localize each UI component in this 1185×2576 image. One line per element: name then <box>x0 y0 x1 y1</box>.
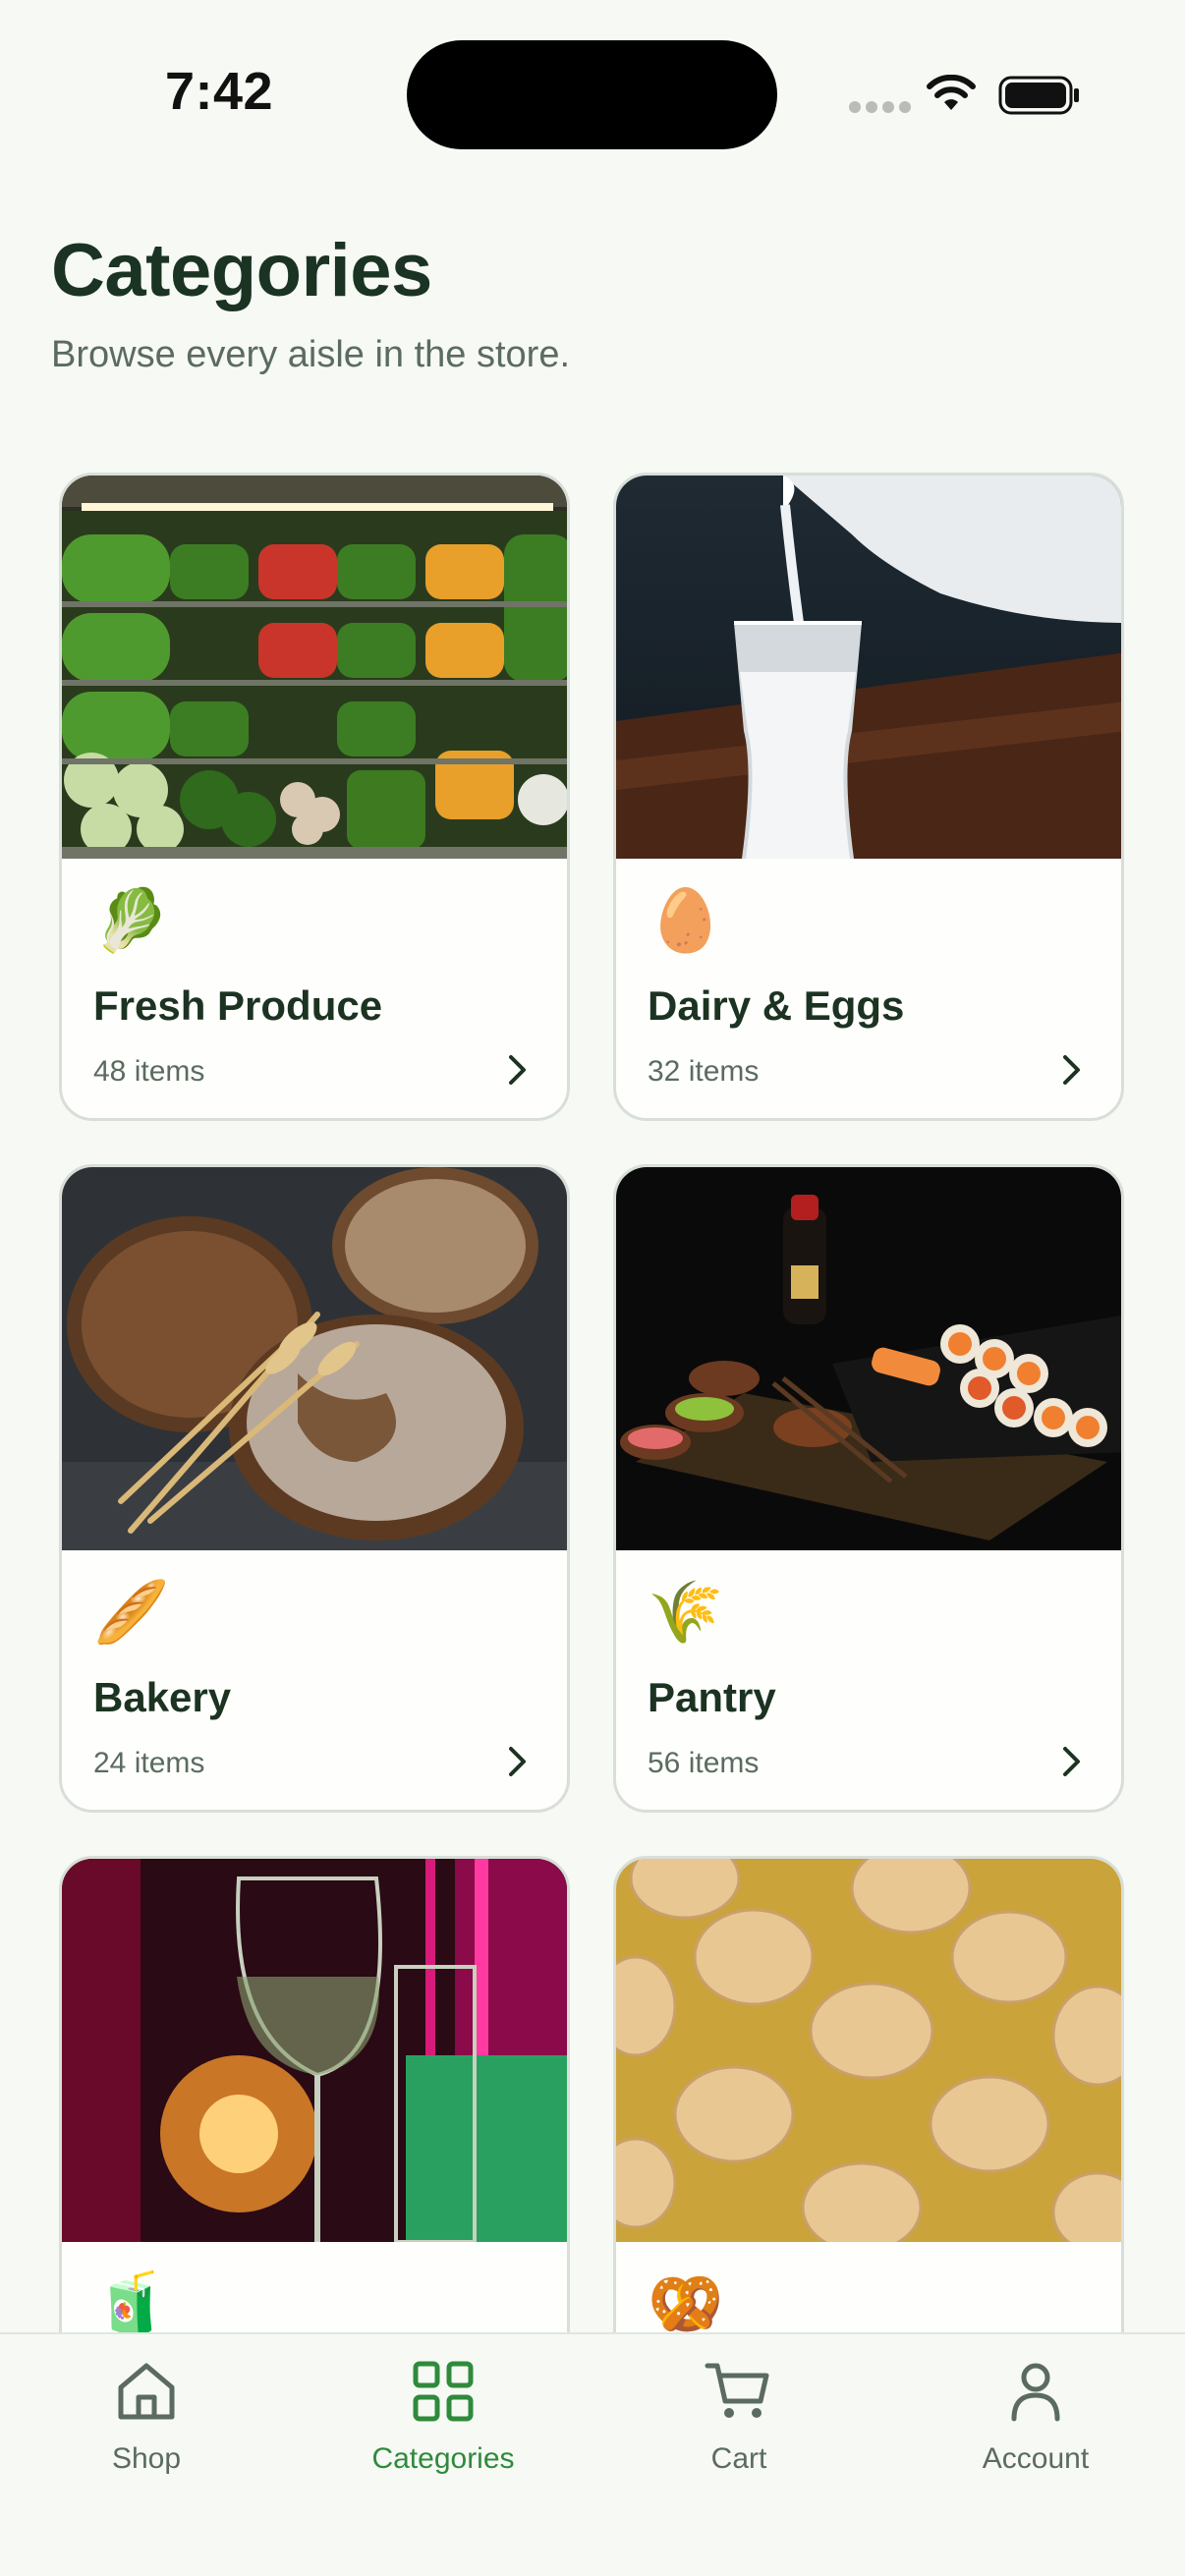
category-name: Dairy & Eggs <box>648 982 905 1029</box>
sushi-platter-photo <box>616 1167 1121 1550</box>
wine-glasses-photo <box>62 1859 567 2242</box>
page-title: Categories <box>51 229 432 312</box>
category-item-count: 48 items <box>93 1055 205 1088</box>
category-grid: 🥬 Fresh Produce 48 items 🥚 Dairy & Eggs … <box>59 473 1126 2504</box>
tab-label: Account <box>982 2442 1090 2475</box>
tab-label: Categories <box>371 2442 515 2475</box>
chevron-right-icon <box>509 1055 526 1085</box>
rice-sheaf-icon: 🌾 <box>648 1576 724 1648</box>
category-item-count: 24 items <box>93 1747 205 1779</box>
egg-icon: 🥚 <box>648 884 724 956</box>
page-subtitle: Browse every aisle in the store. <box>51 334 571 375</box>
chevron-right-icon <box>1063 1055 1080 1085</box>
bread-loaves-photo <box>62 1167 567 1550</box>
cellular-signal-icon <box>849 101 911 113</box>
category-name: Bakery <box>93 1674 232 1720</box>
category-card-bakery[interactable]: 🥖 Bakery 24 items <box>59 1164 570 1813</box>
person-icon <box>1011 2363 1060 2422</box>
tab-shop[interactable]: Shop <box>48 2356 245 2493</box>
chevron-right-icon <box>509 1747 526 1776</box>
category-name: Pantry <box>648 1674 776 1720</box>
leafy-green-icon: 🥬 <box>93 884 170 956</box>
grid-icon <box>413 2361 474 2422</box>
category-name: Fresh Produce <box>93 982 383 1029</box>
milk-pour-photo <box>616 476 1121 859</box>
categories-screen: 7:42 Categories Browse every aisle in th… <box>0 0 1185 2576</box>
dynamic-island <box>407 40 777 149</box>
home-icon <box>118 2363 175 2420</box>
tab-label: Shop <box>111 2442 182 2475</box>
cart-icon <box>705 2363 769 2418</box>
category-card-dairy-eggs[interactable]: 🥚 Dairy & Eggs 32 items <box>613 473 1124 1121</box>
status-time: 7:42 <box>165 62 274 121</box>
pretzel-icon: 🥨 <box>648 2268 724 2339</box>
chevron-right-icon <box>1063 1747 1080 1776</box>
produce-shelves-photo <box>62 476 567 859</box>
tab-cart[interactable]: Cart <box>641 2356 837 2493</box>
category-item-count: 56 items <box>648 1747 760 1779</box>
category-item-count: 32 items <box>648 1055 760 1088</box>
juice-box-icon: 🧃 <box>93 2268 170 2339</box>
tab-categories[interactable]: Categories <box>345 2356 541 2493</box>
wifi-icon <box>927 75 976 110</box>
tab-account[interactable]: Account <box>937 2356 1134 2493</box>
potato-chips-photo <box>616 1859 1121 2242</box>
category-card-pantry[interactable]: 🌾 Pantry 56 items <box>613 1164 1124 1813</box>
battery-icon <box>998 76 1079 115</box>
bottom-tab-bar: Shop Categories Cart Account <box>0 2332 1185 2576</box>
category-card-fresh-produce[interactable]: 🥬 Fresh Produce 48 items <box>59 473 570 1121</box>
tab-label: Cart <box>710 2442 767 2475</box>
baguette-icon: 🥖 <box>93 1576 170 1648</box>
